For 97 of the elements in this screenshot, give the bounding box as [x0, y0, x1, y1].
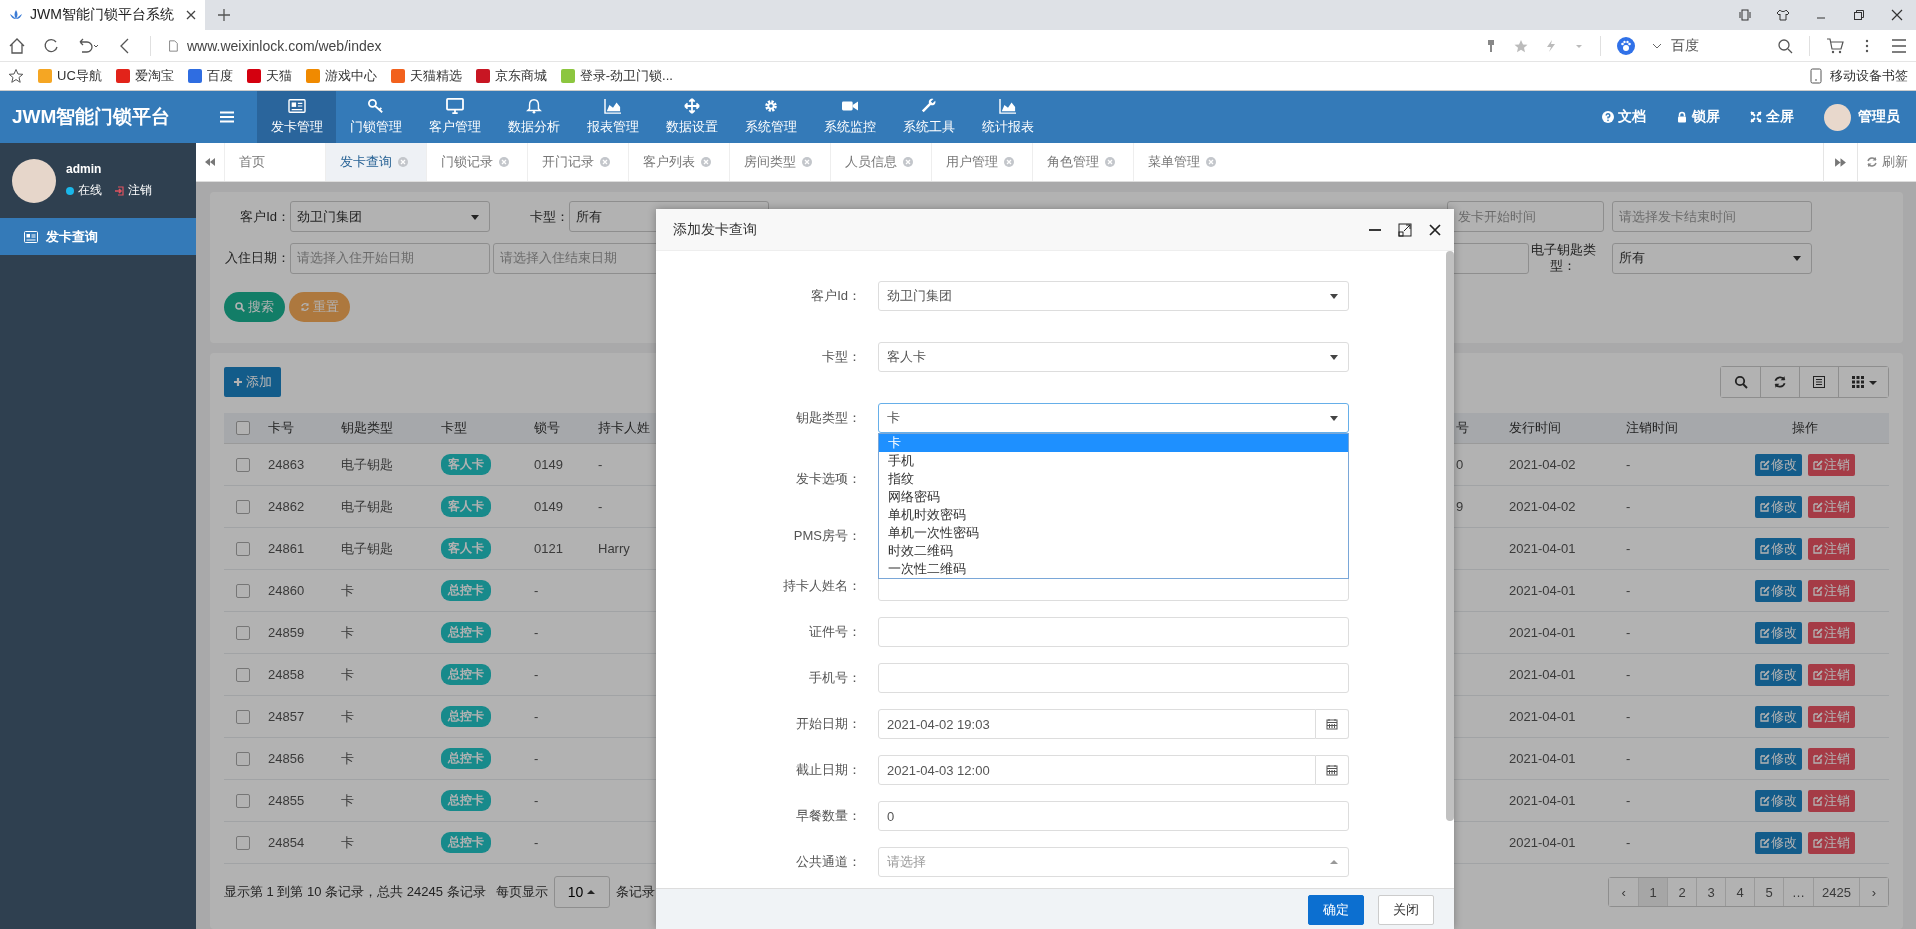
table-cell: 0149	[534, 457, 563, 472]
field-label: 手机号：	[808, 669, 861, 687]
table-cell: -	[598, 499, 603, 514]
app-logo: JWM智能门锁平台	[11, 105, 172, 129]
table-cell: -	[1626, 667, 1631, 682]
summary-text: 显示第 1 到第 10 条记录，总共 24245 条记录	[224, 883, 486, 901]
field-label: 公共通道：	[795, 853, 861, 871]
table-cell: 电子钥匙	[341, 455, 393, 474]
field-label: 早餐数量：	[795, 807, 861, 825]
field-label: 开始日期：	[795, 715, 861, 733]
field-label: 持卡人姓名：	[782, 577, 861, 595]
table-cell: 卡	[341, 833, 354, 852]
card-type-badge: 总控卡	[441, 832, 491, 853]
dialog-title: 添加发卡查询	[673, 220, 758, 239]
table-cell: 24857	[268, 709, 305, 724]
field-label: 入住日期：	[224, 249, 290, 267]
table-cell: 2021-04-01	[1509, 667, 1576, 682]
table-cell: 卡	[341, 749, 354, 768]
per-page-label: 条记录	[615, 883, 655, 901]
table-cell: 电子钥匙	[341, 497, 393, 516]
user-name: admin	[66, 162, 103, 176]
table-cell: -	[1626, 751, 1631, 766]
field-label: 卡型：	[821, 347, 861, 366]
table-cell: 2021-04-01	[1509, 751, 1576, 766]
column-header: 卡号	[268, 419, 294, 437]
card-type-badge: 总控卡	[441, 706, 491, 727]
table-cell: -	[534, 835, 539, 850]
table-cell: -	[534, 751, 539, 766]
table-cell: 2021-04-01	[1509, 709, 1576, 724]
table-cell: 24859	[268, 625, 305, 640]
table-cell: 24863	[268, 457, 305, 472]
table-cell: 24856	[268, 751, 305, 766]
field-label: 卡型：	[529, 207, 569, 226]
table-cell: 24858	[268, 667, 305, 682]
table-cell: 2021-04-01	[1509, 625, 1576, 640]
column-header: 钥匙类型	[341, 419, 393, 437]
table-cell: -	[534, 709, 539, 724]
table-cell: -	[534, 583, 539, 598]
table-cell: -	[534, 625, 539, 640]
card-type-badge: 客人卡	[441, 538, 491, 559]
field-label: 证件号：	[808, 623, 861, 641]
table-cell: 2021-04-02	[1509, 499, 1576, 514]
field-label: 电子钥匙类型：	[1530, 242, 1596, 274]
table-cell: -	[598, 457, 603, 472]
card-type-badge: 总控卡	[441, 580, 491, 601]
field-label: PMS房号：	[792, 527, 861, 545]
table-cell: 0121	[534, 541, 563, 556]
column-header: 持卡人姓	[598, 419, 650, 437]
table-cell: -	[534, 793, 539, 808]
table-cell: -	[1626, 625, 1631, 640]
table-cell: -	[1626, 793, 1631, 808]
table-cell: 24860	[268, 583, 305, 598]
column-header: 注销时间	[1626, 419, 1678, 437]
column-header: 发行时间	[1509, 419, 1561, 437]
table-cell: 卡	[341, 791, 354, 810]
card-type-badge: 总控卡	[441, 748, 491, 769]
table-cell: 24861	[268, 541, 305, 556]
table-cell: 0149	[534, 499, 563, 514]
table-cell: Harry	[598, 541, 630, 556]
field-label: 客户Id：	[810, 286, 861, 305]
card-type-badge: 客人卡	[441, 454, 491, 475]
table-cell: 2021-04-02	[1509, 457, 1576, 472]
table-cell: -	[1626, 835, 1631, 850]
table-cell: 卡	[341, 707, 354, 726]
field-label: 截止日期：	[795, 761, 861, 779]
column-header: 卡型	[441, 419, 467, 437]
table-cell: 卡	[341, 665, 354, 684]
column-header: 号	[1456, 419, 1469, 437]
card-type-badge: 总控卡	[441, 790, 491, 811]
card-type-badge: 总控卡	[441, 664, 491, 685]
status-text: 在线	[78, 182, 102, 199]
table-cell: -	[1626, 583, 1631, 598]
table-cell: -	[534, 667, 539, 682]
card-type-badge: 总控卡	[441, 622, 491, 643]
field-label: 钥匙类型：	[795, 408, 861, 427]
table-cell: 24854	[268, 835, 305, 850]
table-cell: 电子钥匙	[341, 539, 393, 558]
card-type-badge: 客人卡	[441, 496, 491, 517]
table-cell: 卡	[341, 581, 354, 600]
field-label: 客户Id：	[239, 207, 290, 226]
column-header: 锁号	[534, 419, 560, 437]
column-header: 操作	[1792, 419, 1818, 437]
field-label: 发卡选项：	[795, 469, 861, 488]
table-cell: -	[1626, 499, 1631, 514]
per-page-label: 每页显示	[495, 883, 548, 901]
table-cell: -	[1626, 541, 1631, 556]
table-cell: 24855	[268, 793, 305, 808]
table-cell: 24862	[268, 499, 305, 514]
table-cell: 2021-04-01	[1509, 541, 1576, 556]
table-cell: 2021-04-01	[1509, 835, 1576, 850]
table-cell: 卡	[341, 623, 354, 642]
table-cell: 0	[1456, 457, 1464, 472]
table-cell: -	[1626, 457, 1631, 472]
table-cell: 2021-04-01	[1509, 583, 1576, 598]
table-cell: 2021-04-01	[1509, 793, 1576, 808]
table-cell: -	[1626, 709, 1631, 724]
table-cell: 9	[1456, 499, 1464, 514]
